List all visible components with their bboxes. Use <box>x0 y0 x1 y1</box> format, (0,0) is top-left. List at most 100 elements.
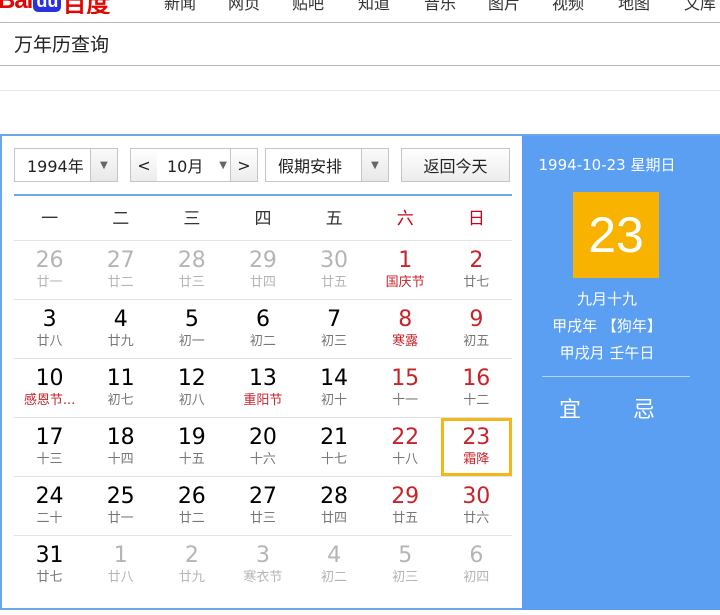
lunar-label: 廿三 <box>178 275 205 290</box>
day-cell[interactable]: 11 初七 <box>85 359 156 417</box>
day-cell[interactable]: 19 十五 <box>156 418 227 476</box>
day-cell[interactable]: 25 廿一 <box>85 477 156 535</box>
date-detail-panel: 1994-10-23 星期日 23 九月十九 甲戌年 【狗年】 甲戌月 壬午日 … <box>522 136 720 610</box>
day-cell[interactable]: 27 廿三 <box>227 477 298 535</box>
search-input[interactable] <box>0 23 614 63</box>
day-cell[interactable]: 8 寒露 <box>370 300 441 358</box>
lunar-label: 廿二 <box>107 275 134 290</box>
lunar-date: 九月十九 <box>576 290 637 308</box>
day-cell[interactable]: 6 初四 <box>441 536 512 594</box>
day-cell[interactable]: 22 十八 <box>370 418 441 476</box>
back-to-today-button[interactable]: 返回今天 <box>401 148 510 182</box>
weekday-label: 三 <box>183 209 201 229</box>
weekday-label: 六 <box>396 209 414 229</box>
day-cell[interactable]: 5 初三 <box>370 536 441 594</box>
month-day-ganzhi: 甲戌月 壬午日 <box>559 344 655 362</box>
nav-web[interactable]: 网页 <box>228 0 260 14</box>
month-select[interactable]: 10月 ▼ <box>157 148 235 182</box>
day-cell[interactable]: 31 廿七 <box>14 536 85 594</box>
yi-label[interactable]: 宜 <box>559 392 581 424</box>
day-cell[interactable]: 4 初二 <box>299 536 370 594</box>
holiday-select[interactable]: 假期安排 ▼ <box>265 148 389 182</box>
week-row: 17 十三 18 十四 19 十五 20 十六 21 十七 22 十八 23 霜降 <box>14 417 512 476</box>
day-cell[interactable]: 27 廿二 <box>85 241 156 299</box>
day-cell[interactable]: 18 十四 <box>85 418 156 476</box>
year-select[interactable]: 1994年 ▼ <box>14 148 118 182</box>
day-cell[interactable]: 13 重阳节 <box>227 359 298 417</box>
day-cell[interactable]: 9 初五 <box>441 300 512 358</box>
lunar-label: 初四 <box>463 570 490 585</box>
day-number: 19 <box>177 425 206 450</box>
day-number: 4 <box>327 543 342 568</box>
selected-date: 1994-10-23 星期日 <box>538 156 676 174</box>
day-number: 29 <box>391 484 420 509</box>
day-cell[interactable]: 17 十三 <box>14 418 85 476</box>
nav-news[interactable]: 新闻 <box>164 0 196 14</box>
lunar-label: 廿三 <box>249 511 276 526</box>
lunar-label: 十四 <box>107 452 134 467</box>
chevron-down-icon[interactable]: ▼ <box>361 149 388 181</box>
day-cell[interactable]: 29 廿四 <box>227 241 298 299</box>
day-cell[interactable]: 2 廿七 <box>441 241 512 299</box>
nav-zhidao[interactable]: 知道 <box>358 0 390 14</box>
day-number: 31 <box>35 543 64 568</box>
day-cell[interactable]: 3 寒衣节 <box>227 536 298 594</box>
prev-month-button[interactable]: < <box>130 148 158 182</box>
day-cell[interactable]: 12 初八 <box>156 359 227 417</box>
lunar-label: 二十 <box>36 511 63 526</box>
day-cell[interactable]: 7 初三 <box>299 300 370 358</box>
nav-map[interactable]: 地图 <box>618 0 650 14</box>
chevron-down-icon[interactable]: ▼ <box>90 149 117 181</box>
weekday-label: 日 <box>467 209 485 229</box>
day-cell[interactable]: 20 十六 <box>227 418 298 476</box>
day-cell[interactable]: 30 廿五 <box>299 241 370 299</box>
baidu-logo[interactable]: Bai du 百度 <box>0 0 110 14</box>
nav-images[interactable]: 图片 <box>488 0 520 14</box>
day-number: 5 <box>184 307 199 332</box>
day-cell[interactable]: 3 廿八 <box>14 300 85 358</box>
day-cell[interactable]: 2 廿九 <box>156 536 227 594</box>
day-cell[interactable]: 5 初一 <box>156 300 227 358</box>
day-number: 27 <box>248 484 277 509</box>
next-month-button[interactable]: > <box>230 148 258 182</box>
nav-wenku[interactable]: 文库 <box>684 0 716 14</box>
day-number: 11 <box>106 366 135 391</box>
lunar-label: 初三 <box>392 570 419 585</box>
day-cell[interactable]: 15 十一 <box>370 359 441 417</box>
top-nav: Bai du 百度 新闻 网页 贴吧 知道 音乐 图片 视频 地图 文库 <box>0 0 720 14</box>
lunar-label: 廿二 <box>178 511 205 526</box>
nav-music[interactable]: 音乐 <box>424 0 456 14</box>
day-cell[interactable]: 1 廿八 <box>85 536 156 594</box>
day-cell[interactable]: 21 十七 <box>299 418 370 476</box>
day-cell[interactable]: 29 廿五 <box>370 477 441 535</box>
day-cell[interactable]: 6 初二 <box>227 300 298 358</box>
day-cell[interactable]: 28 廿三 <box>156 241 227 299</box>
day-cell[interactable]: 4 廿九 <box>85 300 156 358</box>
day-cell[interactable]: 30 廿六 <box>441 477 512 535</box>
lunar-label: 十一 <box>392 393 419 408</box>
lunar-label: 廿八 <box>36 334 63 349</box>
day-number: 2 <box>469 248 484 273</box>
nav-tieba[interactable]: 贴吧 <box>292 0 324 14</box>
day-number: 23 <box>462 425 491 450</box>
nav-video[interactable]: 视频 <box>552 0 584 14</box>
day-cell[interactable]: 24 二十 <box>14 477 85 535</box>
day-cell[interactable]: 1 国庆节 <box>370 241 441 299</box>
lunar-label: 初三 <box>321 334 348 349</box>
day-cell[interactable]: 10 感恩节... <box>14 359 85 417</box>
lunar-label: 初二 <box>249 334 276 349</box>
weekday-label: 一 <box>41 209 59 229</box>
lunar-label: 初二 <box>321 570 348 585</box>
ji-label[interactable]: 忌 <box>633 392 655 424</box>
day-cell[interactable]: 28 廿四 <box>299 477 370 535</box>
day-number: 28 <box>177 248 206 273</box>
lunar-label: 廿六 <box>463 511 490 526</box>
lunar-label: 廿七 <box>36 570 63 585</box>
day-number: 6 <box>469 543 484 568</box>
lunar-label: 十三 <box>36 452 63 467</box>
day-cell-selected[interactable]: 23 霜降 <box>440 418 512 476</box>
day-cell[interactable]: 16 十二 <box>441 359 512 417</box>
day-cell[interactable]: 14 初十 <box>299 359 370 417</box>
day-cell[interactable]: 26 廿二 <box>156 477 227 535</box>
day-cell[interactable]: 26 廿一 <box>14 241 85 299</box>
